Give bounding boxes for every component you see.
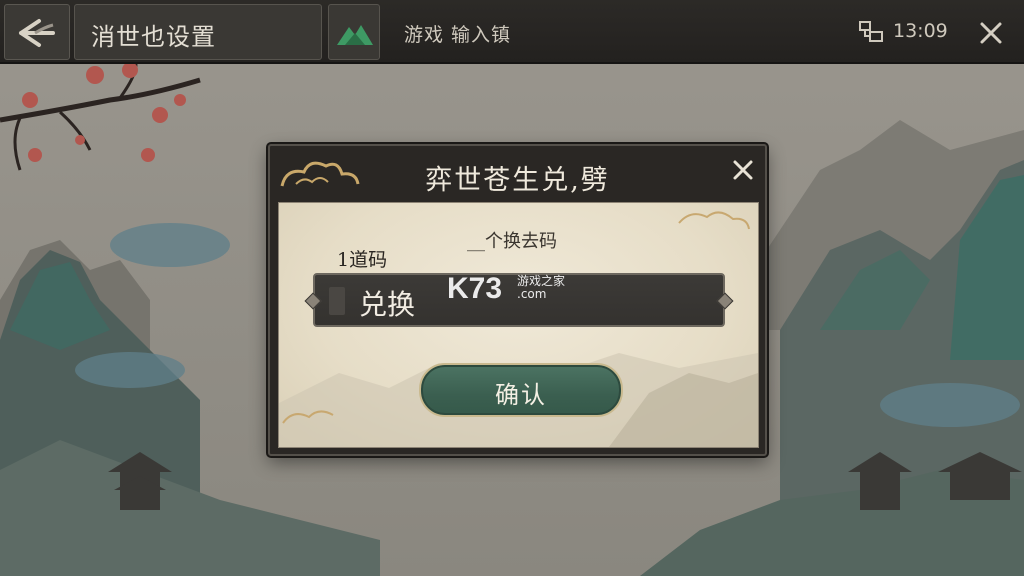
close-icon[interactable] (978, 20, 1004, 46)
dialog-header: 弈世苍生兑,劈 (270, 146, 765, 202)
top-bar: 消世也设置 游戏 输入镇 13:09 (0, 0, 1024, 64)
game-icon-button[interactable] (328, 4, 380, 60)
watermark-domain: .com (517, 287, 547, 301)
top-bar-label: 游戏 输入镇 (404, 24, 512, 46)
input-value: 兑换 (359, 288, 416, 321)
confirm-button[interactable]: 确认 (419, 363, 623, 417)
back-arrow-icon (19, 19, 55, 47)
confirm-button-label: 确认 (495, 381, 547, 409)
back-button[interactable] (4, 4, 70, 60)
input-cursor (329, 287, 345, 315)
clock: 13:09 (893, 20, 948, 42)
dialog-title: 弈世苍生兑,劈 (425, 165, 610, 196)
code-field-label: 1道码 (337, 249, 388, 271)
network-icon (859, 21, 883, 42)
dialog-paper-body: __个换去码 1道码 兑换 确认 (278, 202, 759, 448)
watermark-k73: K73 (447, 272, 503, 305)
page-title: 消世也设置 (91, 23, 216, 51)
settings-title-box: 消世也设置 (74, 4, 322, 60)
mountain-icon (337, 25, 373, 45)
code-hint-text: __个换去码 (467, 231, 557, 252)
watermark-logo: K73 游戏之家 .com (447, 272, 565, 306)
close-icon[interactable] (731, 158, 755, 182)
